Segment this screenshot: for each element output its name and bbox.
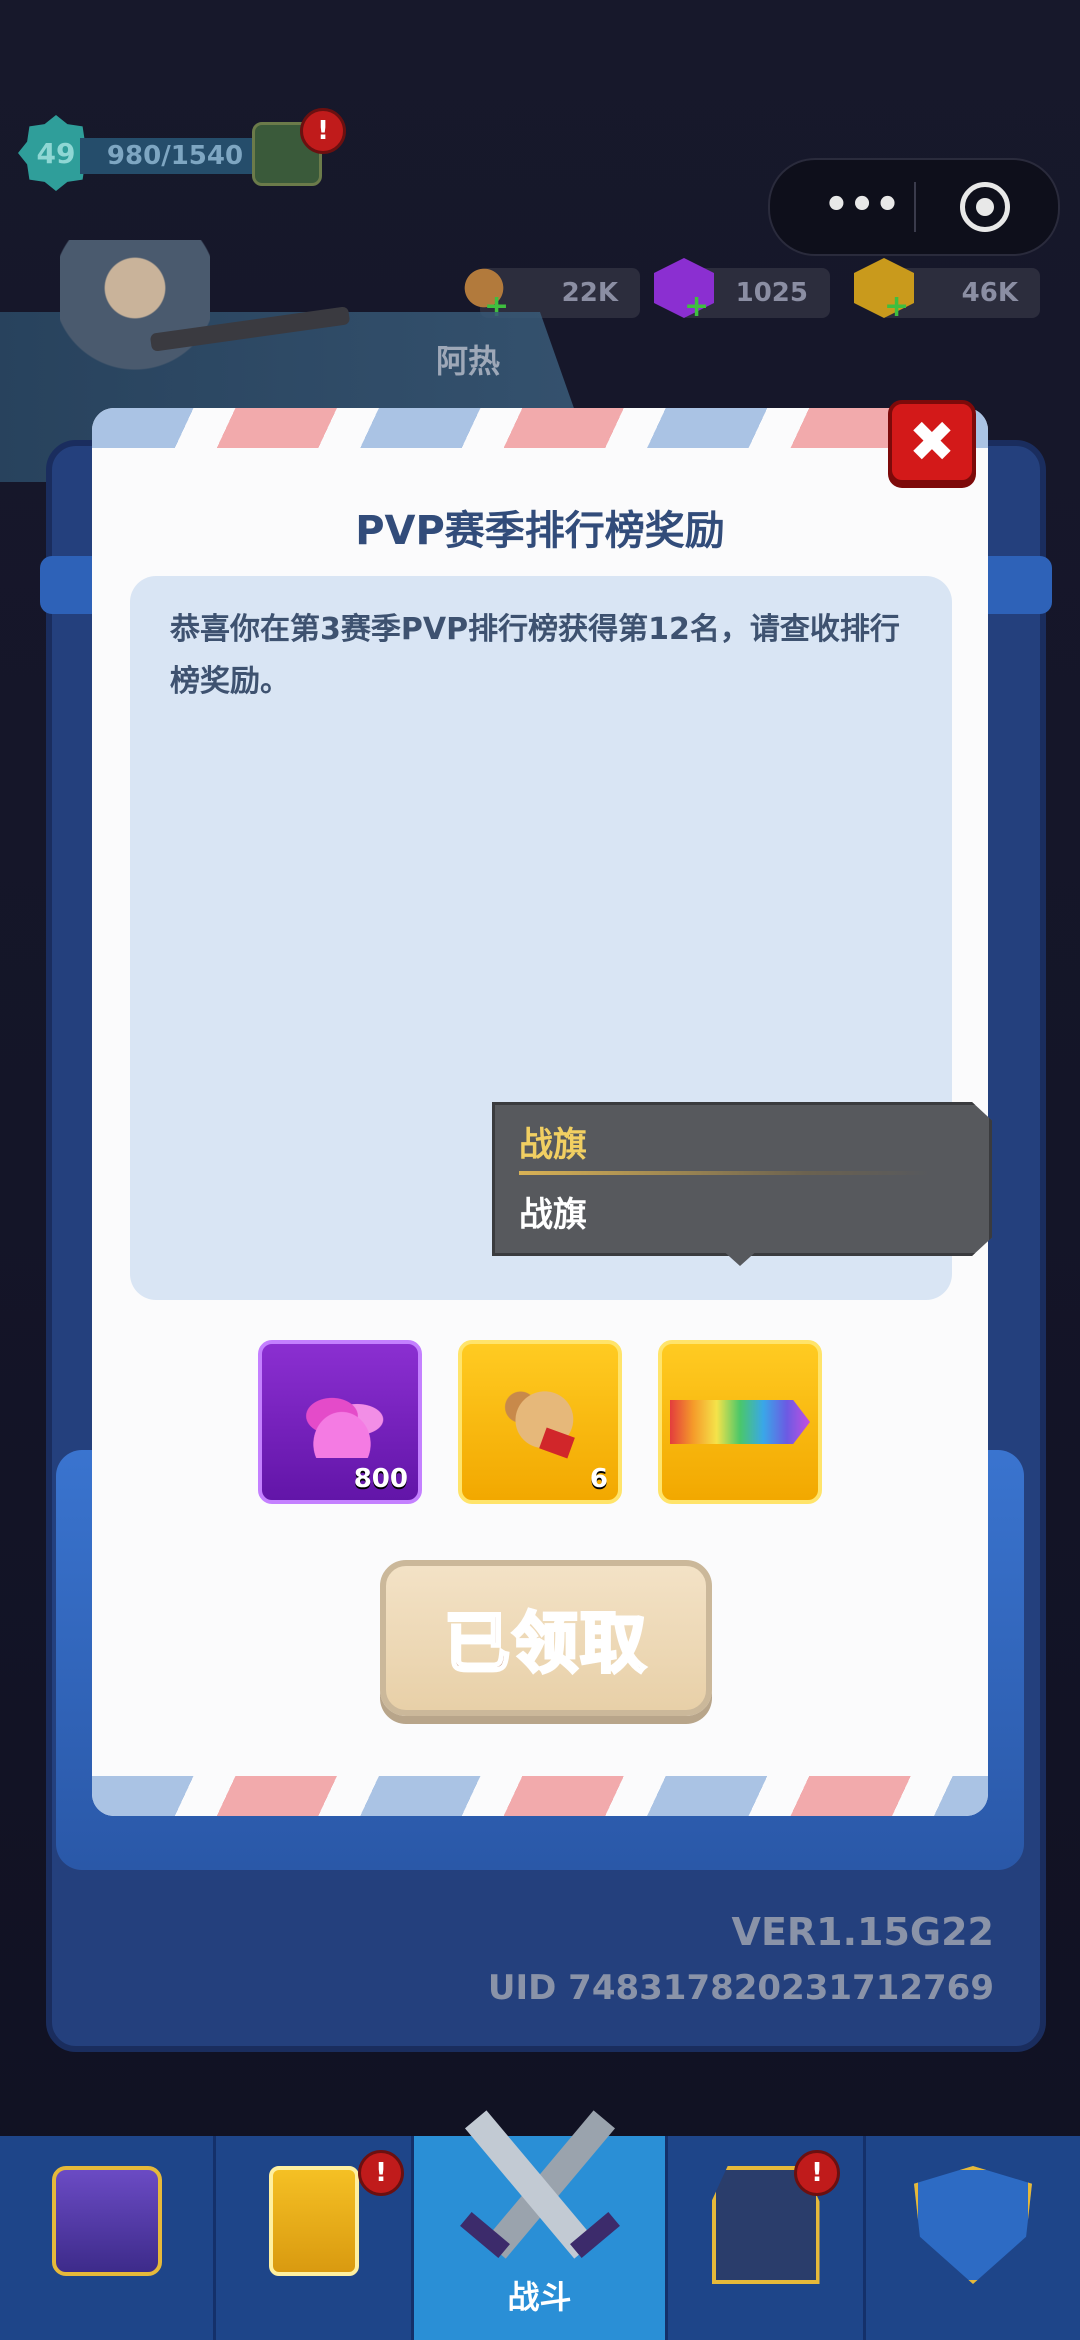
tooltip-divider [519,1171,929,1175]
card-icon [268,2166,359,2276]
uid-label: UID 7483178202317127​69 [487,1968,994,2008]
claimed-button-label: 已领取 [443,1604,648,1684]
close-icon: ✖ [908,409,956,475]
reward-scroll[interactable]: 6 [458,1340,622,1504]
close-button[interactable]: ✖ [888,400,976,484]
reward-count: 800 [353,1464,408,1494]
dialog-title: PVP赛季排行榜奖励 [355,508,725,554]
reward-count: 6 [589,1464,608,1494]
rainbow-flag-icon [670,1400,810,1444]
airmail-stripe-bottom [92,1776,988,1816]
gold-value: 46K [961,278,1018,308]
tooltip-pointer [720,1248,760,1266]
cards-alert-badge: ! [358,2150,404,2196]
close-program-button[interactable] [960,182,1010,232]
cards-alert-text: ! [375,2158,387,2188]
reward-war-flag[interactable] [658,1340,822,1504]
tooltip-description: 战旗 [519,1195,587,1235]
level-value: 49 [36,136,76,170]
item-tooltip: 战旗 战旗 [492,1102,992,1256]
add-gold-icon[interactable]: + [884,292,909,322]
claimed-button[interactable]: 已领取 [380,1560,712,1716]
hero-avatar[interactable] [60,240,210,400]
nav-alliance[interactable] [866,2136,1080,2340]
version-label: VER1.15G22 [731,1910,994,1954]
treasure-chest-icon [51,2166,162,2276]
gem-pile-icon [292,1388,392,1458]
reward-gems[interactable]: 800 [258,1340,422,1504]
gem-value: 1025 [735,278,808,308]
crossed-swords-icon [460,2110,620,2259]
xp-bar: 980/1540 [80,138,270,174]
nav-shop[interactable] [0,2136,216,2340]
player-name: 阿热 [436,342,501,380]
tower-alert-text: ! [811,2158,823,2188]
wood-value: 22K [561,278,618,308]
tooltip-title: 战旗 [519,1125,587,1165]
nav-cards[interactable]: ! [216,2136,414,2340]
chest-alert-badge: ! [300,108,346,154]
xp-value: 980/1540 [106,141,244,171]
nav-tower[interactable]: ! [668,2136,866,2340]
more-menu-button[interactable]: ••• [812,182,912,232]
capsule-divider [914,182,916,232]
mini-program-capsule: ••• [768,158,1060,256]
scroll-icon [487,1363,599,1469]
tower-alert-badge: ! [794,2150,840,2196]
airmail-stripe-top [92,408,988,448]
add-gem-icon[interactable]: + [684,292,709,322]
handshake-shield-icon [914,2166,1032,2284]
chest-alert-text: ! [317,116,329,146]
message-text: 恭喜你在第3赛季PVP排行榜获得第12名，请查收排行榜奖励。 [170,612,900,699]
